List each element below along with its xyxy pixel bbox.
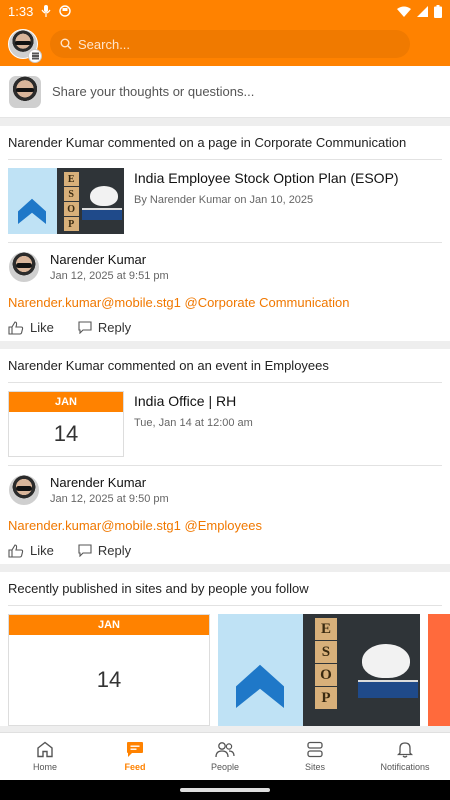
calendar-day: 14 [53,421,79,446]
profile-menu-button[interactable] [8,29,42,63]
feed-verb: commented on an event in [107,358,261,373]
actor-name[interactable]: Narender Kumar [8,358,104,373]
event-title[interactable]: India Office | RH [134,393,253,409]
like-label: Like [30,320,54,335]
nav-notifications[interactable]: Notifications [360,733,450,780]
feed-icon [127,742,143,757]
esop-letter: P [63,217,79,231]
comment-author[interactable]: Narender Kumar [50,252,169,267]
calendar-month: JAN [9,615,209,635]
page-attachment[interactable]: E S O P India Employee Stock Option Plan… [8,160,442,242]
reply-button[interactable]: Reply [78,320,131,335]
esop-letter: O [314,664,337,686]
thumbs-up-icon [8,543,24,558]
feed-verb: commented on a page in [107,135,251,150]
feed-item-header: Narender Kumar commented on a page in Co… [8,126,442,160]
search-input[interactable] [78,36,378,52]
calendar-day: 14 [96,667,122,692]
actor-name[interactable]: Narender Kumar [8,135,104,150]
app-bar [0,22,450,66]
reply-icon [78,321,92,334]
sites-icon [307,741,323,758]
nav-feed-label: Feed [124,762,146,772]
people-icon [215,742,235,758]
search-bar[interactable] [50,30,410,58]
event-attachment[interactable]: JAN 14 India Office | RH Tue, Jan 14 at … [8,383,442,465]
recent-event-card[interactable]: JAN 14 [8,614,210,726]
comment: Narender Kumar Jan 12, 2025 at 9:50 pm N… [8,465,442,564]
post-composer[interactable]: Share your thoughts or questions... [0,66,450,118]
recent-carousel[interactable]: JAN 14 E S O P [8,606,450,726]
reply-label: Reply [97,320,132,335]
feed-item: Narender Kumar commented on a page in Co… [0,126,450,341]
esop-letter: P [314,687,337,709]
recent-section: Recently published in sites and by peopl… [0,572,450,726]
feed-item: Narender Kumar commented on an event in … [0,349,450,564]
page-meta: By Narender Kumar on Jan 10, 2025 [134,194,314,206]
esop-thumbnail: E S O P [8,168,124,234]
nav-notifications-label: Notifications [380,762,430,772]
nav-people[interactable]: People [180,733,270,780]
calendar-tile: JAN 14 [8,391,124,457]
comment-body[interactable]: Narender.kumar@mobile.stg1 @Employees [8,518,442,533]
avatar[interactable] [8,251,40,283]
event-meta: Tue, Jan 14 at 12:00 am [134,417,253,429]
bottom-navigation: Home Feed People Sites Notifications [0,732,450,780]
reply-button[interactable]: Reply [78,543,131,558]
feed-content[interactable]: Share your thoughts or questions... Nare… [0,66,450,732]
comment-author[interactable]: Narender Kumar [50,475,169,490]
nav-sites-label: Sites [304,762,325,772]
target-site[interactable]: Employees [265,358,329,373]
gesture-bar [0,780,450,800]
composer-prompt[interactable]: Share your thoughts or questions... [52,84,254,99]
esop-letter: O [63,202,79,216]
nav-home-label: Home [32,762,57,772]
comment-time: Jan 12, 2025 at 9:51 pm [50,270,169,282]
recent-page-card[interactable]: E S O P [218,614,420,726]
esop-letter: S [314,641,337,663]
menu-icon [28,49,42,63]
nav-feed[interactable]: Feed [90,733,180,780]
avatar [8,74,42,109]
nav-people-label: People [210,762,240,772]
reply-label: Reply [97,543,132,558]
calendar-month: JAN [9,392,123,412]
feed-item-header: Narender Kumar commented on an event in … [8,349,442,383]
esop-letter: E [314,618,337,640]
nav-home[interactable]: Home [0,733,90,780]
wifi-icon [397,6,411,17]
like-button[interactable]: Like [8,543,54,558]
page-title[interactable]: India Employee Stock Option Plan (ESOP) [134,170,399,186]
avatar[interactable] [8,474,40,506]
like-button[interactable]: Like [8,320,54,335]
esop-letter: S [63,187,79,201]
target-site[interactable]: Corporate Communication [254,135,406,150]
status-time: 1:33 [8,3,34,19]
battery-icon [434,4,442,18]
recent-heading: Recently published in sites and by peopl… [8,572,442,606]
comment: Narender Kumar Jan 12, 2025 at 9:51 pm N… [8,242,442,341]
signal-icon [417,5,428,17]
comment-body[interactable]: Narender.kumar@mobile.stg1 @Corporate Co… [8,295,442,310]
like-label: Like [30,543,54,558]
status-bar: 1:33 [0,0,450,22]
esop-letter: E [63,172,79,186]
nav-sites[interactable]: Sites [270,733,360,780]
app-status-icon [59,5,72,17]
recent-card-partial[interactable] [428,614,450,726]
mic-icon [41,5,51,17]
home-indicator[interactable] [180,788,270,792]
search-icon [60,38,72,50]
thumbs-up-icon [8,320,24,335]
comment-time: Jan 12, 2025 at 9:50 pm [50,493,169,505]
bell-icon [397,742,413,758]
reply-icon [78,544,92,557]
home-icon [37,741,53,758]
